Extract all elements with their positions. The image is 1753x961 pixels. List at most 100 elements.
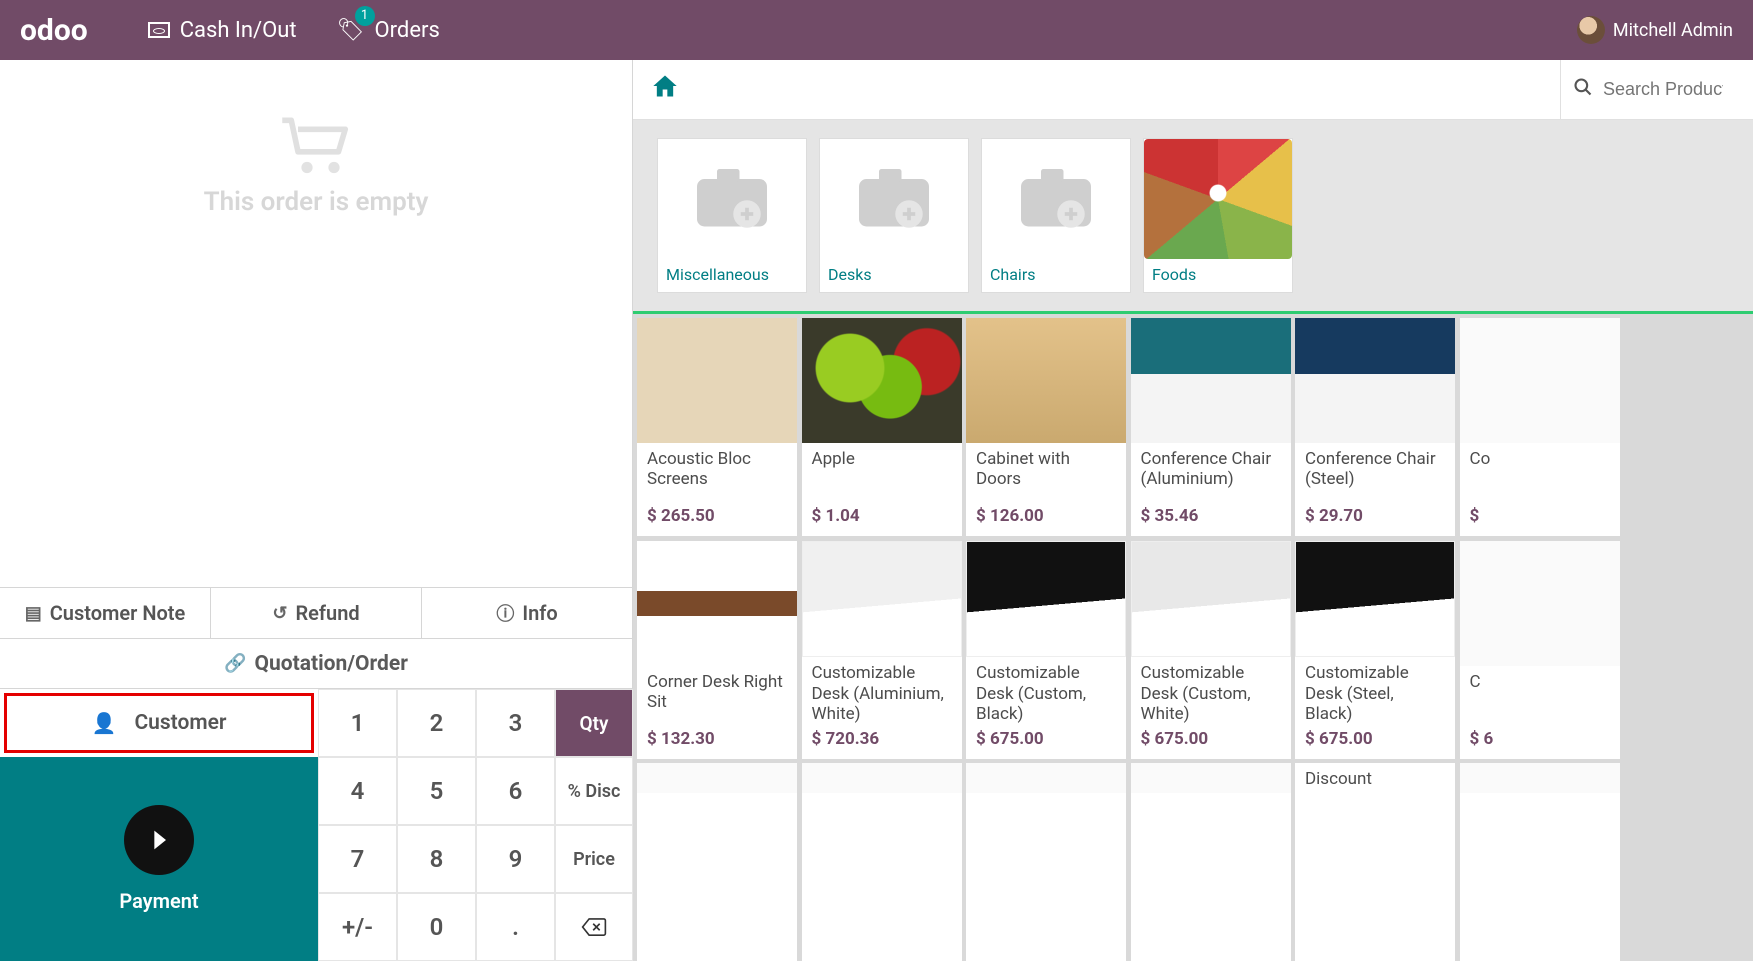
product-image [1131, 318, 1291, 443]
product-image [802, 763, 962, 793]
product-image [966, 763, 1126, 793]
orders-icon-wrap: 🏷 1 [337, 18, 365, 43]
home-button[interactable] [651, 73, 679, 106]
user-menu[interactable]: Mitchell Admin [1577, 16, 1733, 44]
product-image [966, 318, 1126, 443]
product-image [1295, 318, 1455, 443]
product-card[interactable]: Conference Chair (Aluminium)$ 35.46 [1131, 318, 1291, 536]
product-name: Customizable Desk (Steel, Black) [1295, 657, 1455, 724]
customer-note-button[interactable]: ▤ Customer Note [0, 588, 211, 638]
product-card[interactable] [802, 763, 962, 961]
product-image [1460, 541, 1620, 666]
product-card[interactable]: Customizable Desk (Aluminium, White)$ 72… [802, 541, 962, 759]
product-price: $ 6 [1460, 725, 1620, 759]
product-image [637, 318, 797, 443]
numpad-qty[interactable]: Qty [555, 689, 633, 757]
avatar [1577, 16, 1605, 44]
cash-icon [148, 22, 170, 38]
product-name [802, 793, 962, 961]
camera-placeholder-icon [692, 164, 772, 234]
numpad-5[interactable]: 5 [397, 757, 476, 825]
numpad-2[interactable]: 2 [397, 689, 476, 757]
product-price: $ 720.36 [802, 725, 962, 759]
category-chairs[interactable]: Chairs [981, 138, 1131, 293]
numpad-dot[interactable]: . [476, 893, 555, 961]
product-name [637, 793, 797, 961]
order-actions: ▤ Customer Note ↺ Refund ⓘ Info [0, 587, 632, 639]
backspace-icon [581, 917, 607, 937]
category-label: Chairs [982, 259, 1130, 292]
numpad-7[interactable]: 7 [318, 825, 397, 893]
product-toolbar [633, 60, 1753, 120]
numpad-sign[interactable]: +/- [318, 893, 397, 961]
info-label: Info [522, 601, 557, 625]
product-card[interactable] [1131, 763, 1291, 961]
product-name [966, 793, 1126, 961]
product-image [802, 541, 962, 658]
camera-placeholder-icon [1016, 164, 1096, 234]
payment-button[interactable]: Payment [0, 757, 318, 961]
numpad-price[interactable]: Price [555, 825, 633, 893]
product-name [1460, 793, 1620, 961]
numpad-4[interactable]: 4 [318, 757, 397, 825]
user-icon: 👤 [92, 711, 117, 735]
product-price: $ 675.00 [966, 725, 1126, 759]
info-icon: ⓘ [496, 600, 514, 626]
product-name: Customizable Desk (Custom, White) [1131, 657, 1291, 724]
product-card[interactable]: Apple$ 1.04 [802, 318, 962, 536]
product-card[interactable] [637, 763, 797, 961]
product-name: Apple [802, 443, 962, 502]
refund-button[interactable]: ↺ Refund [211, 588, 422, 638]
category-image [1144, 139, 1292, 259]
numpad-0[interactable]: 0 [397, 893, 476, 961]
product-card[interactable]: Corner Desk Right Sit$ 132.30 [637, 541, 797, 759]
product-price: $ 675.00 [1295, 725, 1455, 759]
category-image [820, 139, 968, 259]
numpad-6[interactable]: 6 [476, 757, 555, 825]
product-image [1460, 763, 1620, 793]
product-card[interactable] [966, 763, 1126, 961]
product-grid: Acoustic Bloc Screens$ 265.50 Apple$ 1.0… [633, 314, 1753, 961]
refund-icon: ↺ [272, 603, 287, 624]
product-card[interactable]: Conference Chair (Steel)$ 29.70 [1295, 318, 1455, 536]
note-label: Customer Note [50, 601, 186, 625]
category-foods[interactable]: Foods [1143, 138, 1293, 293]
note-icon: ▤ [25, 603, 42, 624]
product-card[interactable]: Co$ [1460, 318, 1620, 536]
numpad-backspace[interactable] [555, 893, 633, 961]
product-card[interactable]: Acoustic Bloc Screens$ 265.50 [637, 318, 797, 536]
product-card[interactable]: Customizable Desk (Custom, White)$ 675.0… [1131, 541, 1291, 759]
product-card[interactable]: Cabinet with Doors$ 126.00 [966, 318, 1126, 536]
search-input[interactable] [1603, 79, 1723, 100]
category-desks[interactable]: Desks [819, 138, 969, 293]
category-image [658, 139, 806, 259]
orders-button[interactable]: 🏷 1 Orders [337, 18, 440, 43]
orders-label: Orders [375, 18, 440, 43]
numpad-3[interactable]: 3 [476, 689, 555, 757]
product-card[interactable]: Discount [1295, 763, 1455, 961]
product-card[interactable]: C$ 6 [1460, 541, 1620, 759]
odoo-logo[interactable]: odoo [20, 13, 88, 48]
numpad-disc[interactable]: % Disc [555, 757, 633, 825]
product-card[interactable]: Customizable Desk (Custom, Black)$ 675.0… [966, 541, 1126, 759]
product-name: Conference Chair (Steel) [1295, 443, 1455, 502]
numpad-1[interactable]: 1 [318, 689, 397, 757]
category-miscellaneous[interactable]: Miscellaneous [657, 138, 807, 293]
product-name: C [1460, 666, 1620, 725]
product-name [1131, 793, 1291, 961]
numpad-9[interactable]: 9 [476, 825, 555, 893]
orders-badge: 1 [355, 6, 375, 26]
search-box[interactable] [1560, 60, 1735, 119]
product-price: $ 1.04 [802, 502, 962, 536]
product-panel: Miscellaneous Desks Chairs Foods Aco [633, 60, 1753, 961]
info-button[interactable]: ⓘ Info [422, 588, 632, 638]
quotation-button[interactable]: 🔗 Quotation/Order [0, 639, 632, 689]
product-card[interactable] [1460, 763, 1620, 961]
product-name: Customizable Desk (Aluminium, White) [802, 657, 962, 724]
product-price: $ 126.00 [966, 502, 1126, 536]
product-name: Discount [1295, 763, 1455, 961]
product-card[interactable]: Customizable Desk (Steel, Black)$ 675.00 [1295, 541, 1455, 759]
numpad-8[interactable]: 8 [397, 825, 476, 893]
customer-button[interactable]: 👤 Customer [4, 693, 314, 753]
cash-in-out-button[interactable]: Cash In/Out [148, 18, 297, 43]
